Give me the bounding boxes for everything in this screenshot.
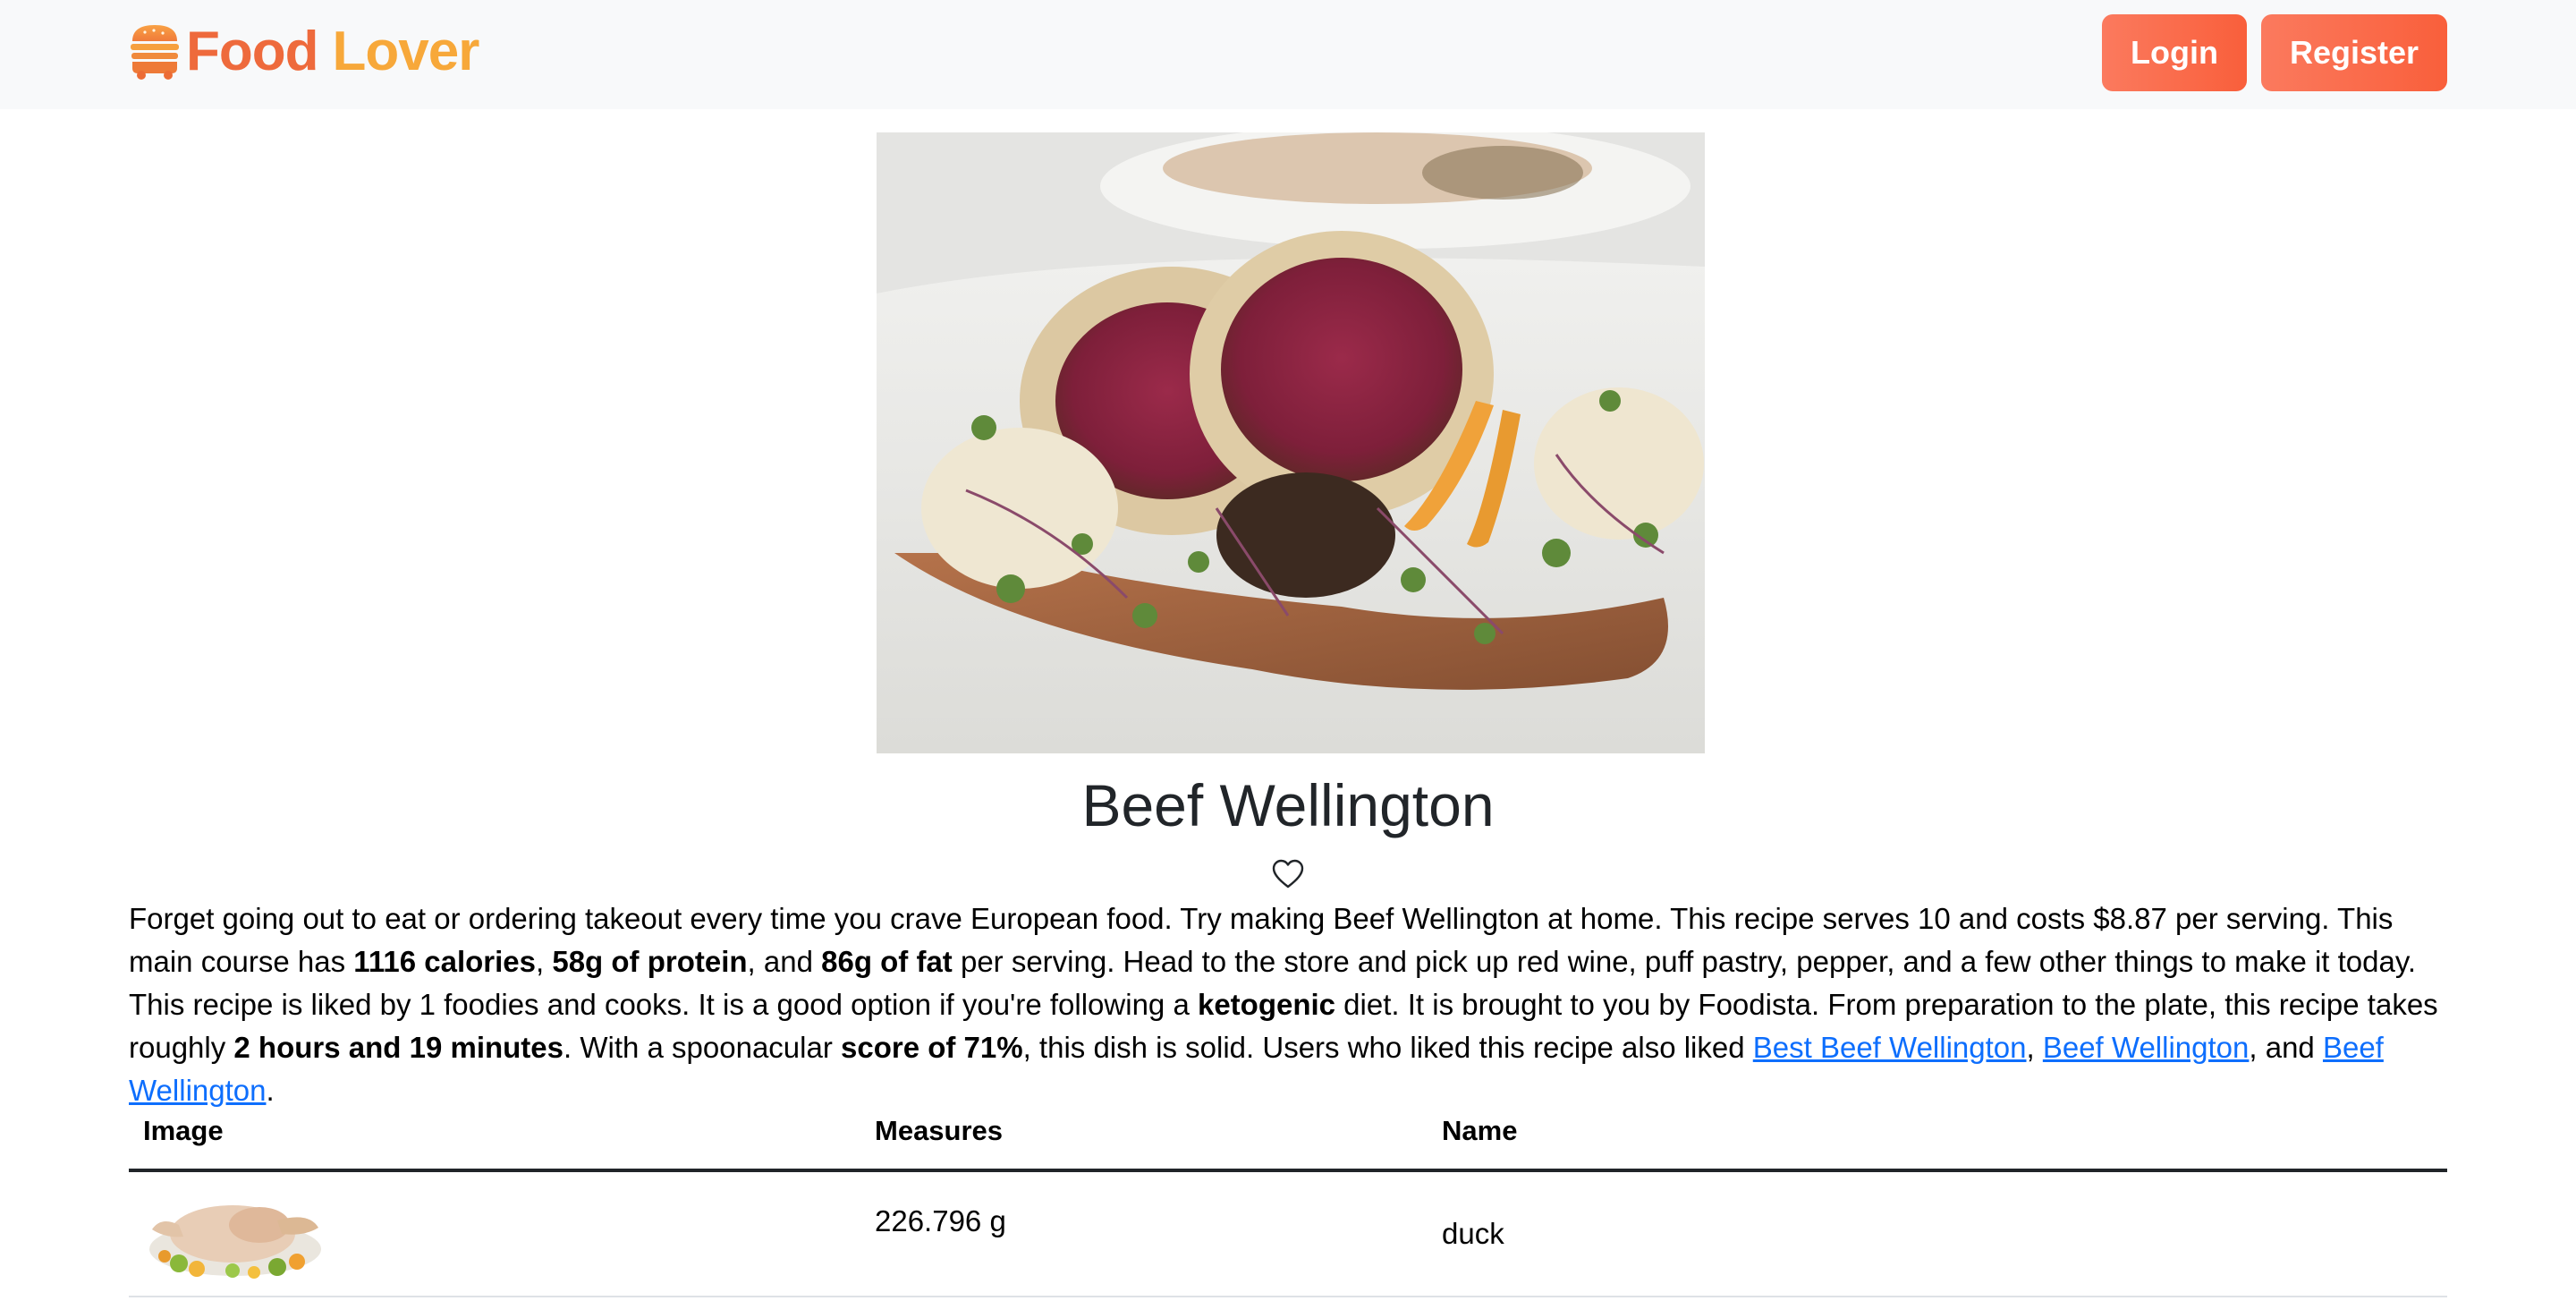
score-value: score of 71%	[841, 1031, 1023, 1064]
summary-text: . With a spoonacular	[564, 1031, 841, 1064]
recipe-photo	[877, 132, 1705, 753]
ingredients-table: Image Measures Name 226.796 g duck	[129, 1101, 2447, 1297]
summary-text: ,	[2026, 1031, 2043, 1064]
burger-icon	[131, 25, 179, 80]
beef-wellington-photo	[877, 132, 1705, 753]
recipe-summary: Forget going out to eat or ordering take…	[129, 897, 2447, 1112]
column-header-measures: Measures	[860, 1101, 1428, 1172]
column-header-image: Image	[129, 1101, 860, 1172]
brand-logo-link[interactable]: Food Lover	[129, 20, 479, 84]
heart-outline-icon[interactable]	[1272, 859, 1304, 889]
register-button[interactable]: Register	[2261, 14, 2447, 91]
ingredient-image-cell	[129, 1170, 860, 1297]
duck-photo	[149, 1205, 321, 1279]
related-recipe-link[interactable]: Best Beef Wellington	[1753, 1031, 2027, 1064]
recipe-title: Beef Wellington	[1081, 772, 1495, 838]
related-recipe-link[interactable]: Beef Wellington	[2043, 1031, 2250, 1064]
table-header: Image Measures Name	[129, 1101, 2447, 1172]
time-value: 2 hours and 19 minutes	[233, 1031, 564, 1064]
brand-name-lover: Lover	[332, 21, 480, 82]
column-header-name: Name	[1428, 1101, 2447, 1172]
summary-text: ,	[536, 945, 553, 978]
summary-text: , and	[747, 945, 822, 978]
brand-name-food: Food	[186, 21, 318, 82]
navbar: Food Lover Login Register	[0, 0, 2576, 109]
summary-text: , and	[2249, 1031, 2323, 1064]
ingredient-name: duck	[1428, 1170, 2447, 1297]
fat-value: 86g of fat	[821, 945, 953, 978]
summary-text: , this dish is solid. Users who liked th…	[1022, 1031, 1753, 1064]
calories-value: 1116 calories	[353, 945, 536, 978]
login-button[interactable]: Login	[2102, 14, 2247, 91]
ingredient-measure: 226.796 g	[860, 1170, 1428, 1297]
protein-value: 58g of protein	[552, 945, 748, 978]
header-row: Image Measures Name	[129, 1101, 2447, 1172]
table-row: 226.796 g duck	[129, 1170, 2447, 1297]
diet-value: ketogenic	[1197, 988, 1336, 1021]
